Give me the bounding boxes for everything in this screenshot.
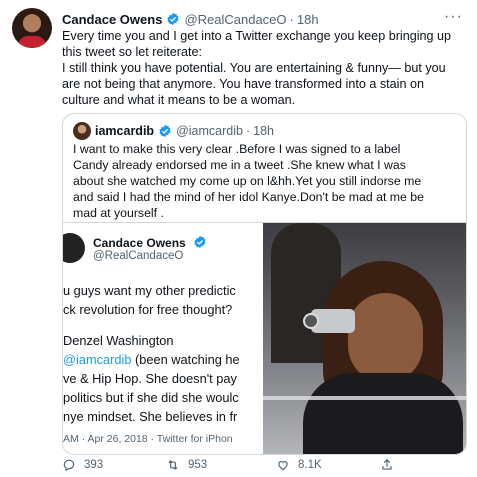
retweet-icon: [168, 460, 178, 470]
like-icon: [278, 461, 288, 471]
tweet-text: Every time you and I get into a Twitter …: [62, 28, 467, 108]
embedded-avatar: [63, 233, 85, 263]
photo-woman-with-camera[interactable]: [263, 223, 466, 454]
quoted-text-line: I want to make this very clear .Before I…: [73, 142, 401, 156]
quoted-tweet-text: I want to make this very clear .Before I…: [73, 141, 463, 221]
retweet-count: 953: [188, 459, 208, 471]
embedded-line-with-mention: @iamcardib (been watching he: [63, 352, 240, 367]
separator-dot: ·: [245, 124, 251, 138]
quoted-author-avatar: [73, 122, 91, 140]
embedded-line: nye mindset. She believes in fr: [63, 409, 238, 424]
tweet-timestamp[interactable]: 18h: [297, 12, 319, 27]
tweet-text-line: are not being that anymore. You have tra…: [62, 77, 424, 91]
quoted-media[interactable]: Candace Owens @RealCandaceO u guys want …: [63, 222, 466, 454]
more-icon[interactable]: ···: [444, 8, 463, 26]
quoted-text-line: about she watched my come up on l&hh.Yet…: [73, 174, 422, 188]
embedded-tweet-text: u guys want my other predictic ck revolu…: [63, 281, 263, 426]
embedded-line: Denzel Washington: [63, 333, 174, 348]
author-handle[interactable]: @RealCandaceO: [184, 12, 286, 27]
tweet-text-line: this tweet so let reiterate:: [62, 45, 202, 59]
quoted-tweet-header: iamcardib @iamcardib · 18h: [73, 122, 274, 140]
quoted-text-line: mad at yourself .: [73, 206, 164, 220]
tweet-text-line: culture and what it means to be a woman.: [62, 93, 296, 107]
tweet-text-line: I still think you have potential. You ar…: [62, 61, 446, 75]
share-icon: [382, 458, 392, 470]
quoted-text-line: Candy already endorsed me in a tweet .Sh…: [73, 158, 406, 172]
reply-button[interactable]: 393: [62, 458, 103, 472]
embedded-line: politics but if she did she woulc: [63, 390, 239, 405]
tweet-header: Candace Owens @RealCandaceO · 18h: [62, 10, 319, 28]
embedded-line: ve & Hip Hop. She doesn't pay: [63, 371, 237, 386]
embedded-author-handle: @RealCandaceO: [93, 250, 184, 262]
tweet: Candace Owens @RealCandaceO · 18h ··· Ev…: [0, 0, 477, 477]
like-button[interactable]: 8.1K: [276, 458, 322, 472]
quoted-tweet[interactable]: iamcardib @iamcardib · 18h I want to mak…: [62, 113, 467, 455]
quoted-author-handle: @iamcardib: [176, 124, 243, 138]
embedded-footer: AM · Apr 26, 2018 · Twitter for iPhon: [63, 433, 233, 445]
quoted-timestamp: 18h: [253, 124, 274, 138]
embedded-author-name: Candace Owens: [93, 235, 211, 250]
embedded-line: ck revolution for free thought?: [63, 302, 233, 317]
reply-count: 393: [84, 459, 104, 471]
embedded-tweet-screenshot: Candace Owens @RealCandaceO u guys want …: [63, 223, 263, 454]
author-name[interactable]: Candace Owens: [62, 12, 162, 27]
author-avatar[interactable]: [12, 8, 52, 48]
like-count: 8.1K: [298, 459, 322, 471]
verified-icon: [194, 235, 206, 249]
quoted-author-name: iamcardib: [95, 124, 155, 138]
reply-icon: [63, 459, 75, 472]
tweet-text-line: Every time you and I get into a Twitter …: [62, 29, 452, 43]
embedded-line: u guys want my other predictic: [63, 283, 236, 298]
verified-icon: [159, 124, 171, 138]
retweet-button[interactable]: 953: [166, 458, 207, 472]
separator-dot: ·: [289, 11, 294, 27]
share-button[interactable]: [380, 458, 402, 472]
verified-icon: [167, 12, 179, 26]
embedded-mention: @iamcardib: [63, 352, 132, 367]
tweet-actions: 393 953 8.1K: [62, 458, 462, 474]
quoted-text-line: and said I had the mind of her idol Kany…: [73, 190, 424, 204]
